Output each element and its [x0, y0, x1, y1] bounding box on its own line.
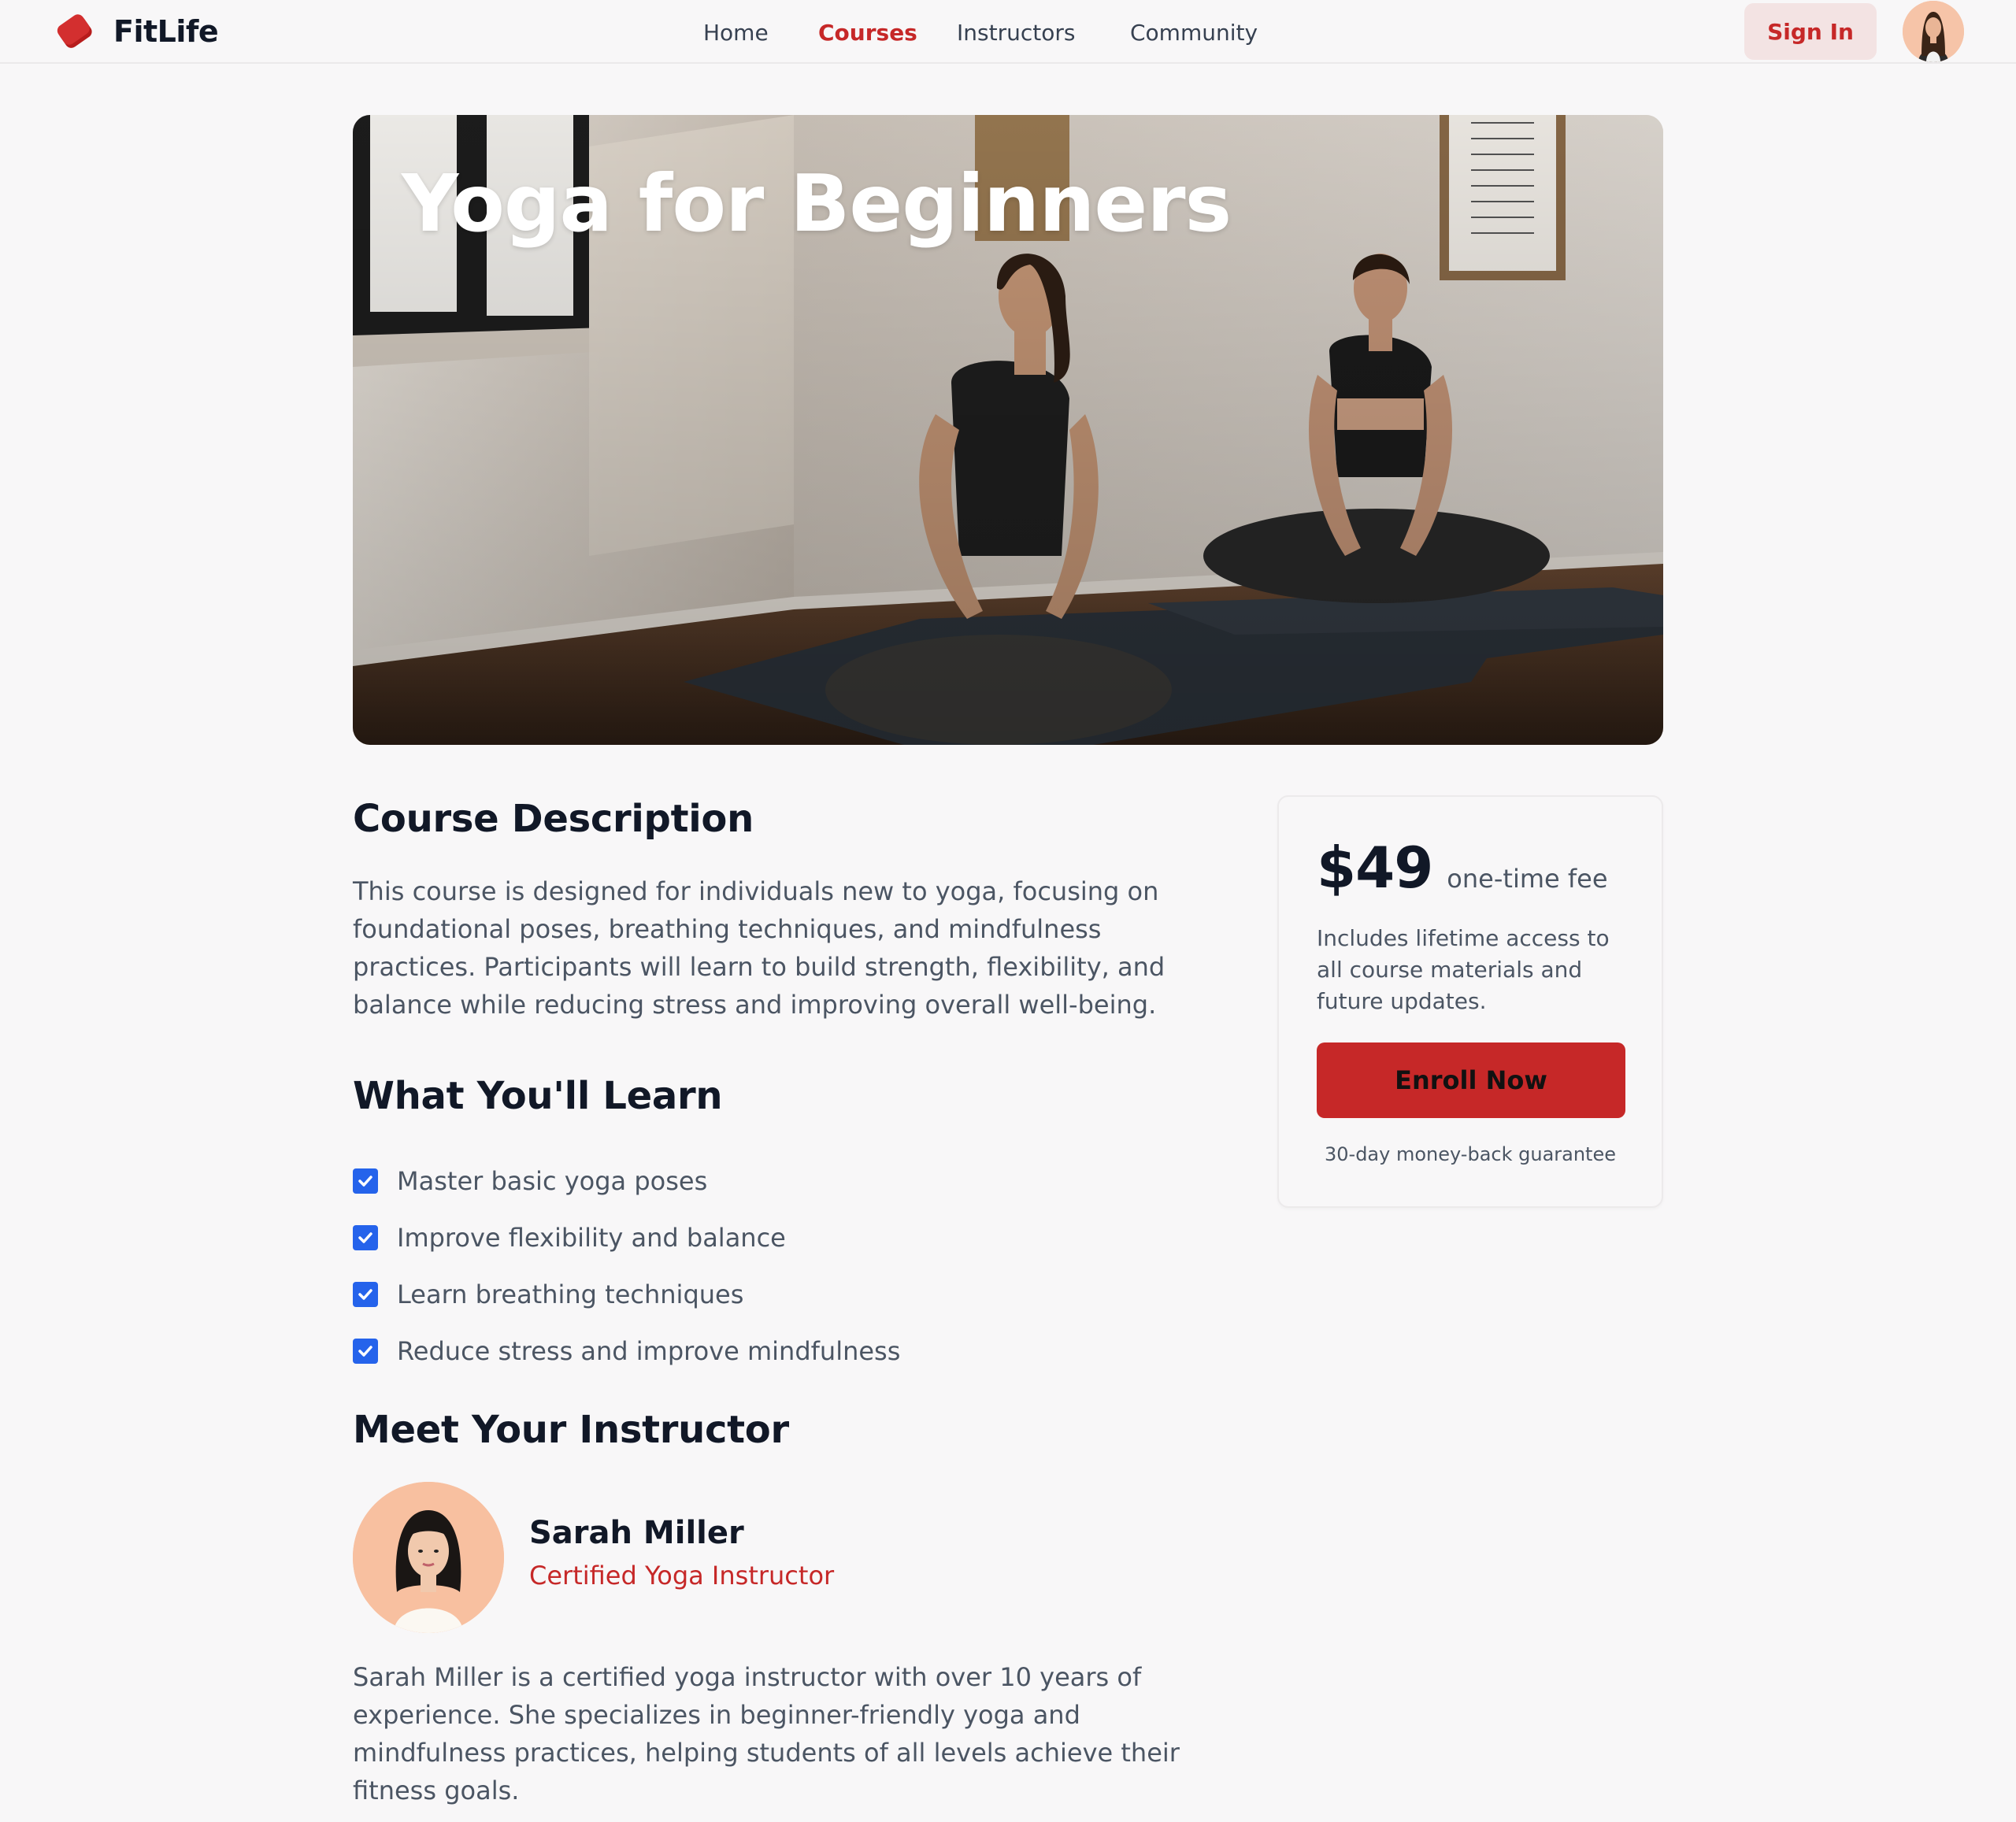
enroll-now-button[interactable]: Enroll Now	[1317, 1042, 1625, 1118]
checkbox-checked-icon	[353, 1339, 378, 1364]
learn-item-label: Master basic yoga poses	[397, 1166, 708, 1196]
instructor-avatar	[353, 1482, 504, 1633]
instructor-role: Certified Yoga Instructor	[529, 1561, 835, 1591]
learn-item-label: Learn breathing techniques	[397, 1279, 744, 1309]
course-hero: Yoga for Beginners	[353, 115, 1663, 745]
checkbox-checked-icon	[353, 1225, 378, 1250]
instructor-name: Sarah Miller	[529, 1515, 744, 1551]
instructor-bio: Sarah Miller is a certified yoga instruc…	[353, 1662, 1180, 1805]
checkbox-checked-icon	[353, 1282, 378, 1307]
learn-list: Master basic yoga poses Improve flexibil…	[353, 1153, 1211, 1379]
price-note: one-time fee	[1447, 864, 1608, 894]
learn-heading: What You'll Learn	[353, 1074, 723, 1118]
description-heading: Course Description	[353, 797, 754, 841]
learn-item-label: Improve flexibility and balance	[397, 1223, 786, 1253]
guarantee-note: 30-day money-back guarantee	[1325, 1143, 1616, 1165]
pricing-includes: Includes lifetime access to all course m…	[1317, 925, 1610, 1014]
learn-item: Reduce stress and improve mindfulness	[353, 1323, 1211, 1379]
course-title: Yoga for Beginners	[402, 157, 1232, 250]
instructor-portrait-icon	[353, 1482, 504, 1633]
learn-item: Master basic yoga poses	[353, 1153, 1211, 1209]
pricing-card: $49 one-time fee Includes lifetime acces…	[1277, 795, 1663, 1208]
price-amount: $49	[1317, 835, 1433, 901]
learn-item: Improve flexibility and balance	[353, 1209, 1211, 1266]
nav-courses[interactable]: Courses	[818, 17, 917, 49]
learn-item-label: Reduce stress and improve mindfulness	[397, 1336, 901, 1366]
checkbox-checked-icon	[353, 1168, 378, 1194]
description-text: This course is designed for individuals …	[353, 876, 1166, 1020]
user-avatar[interactable]	[1903, 1, 1964, 62]
top-nav-bar: FitLife Home Courses Instructors Communi…	[0, 0, 2016, 64]
nav-home[interactable]: Home	[703, 17, 769, 49]
sign-in-button[interactable]: Sign In	[1744, 3, 1877, 60]
price-row: $49 one-time fee	[1317, 835, 1608, 901]
main-nav: Home Courses Instructors Community	[0, 17, 2016, 49]
learn-item: Learn breathing techniques	[353, 1266, 1211, 1323]
nav-instructors[interactable]: Instructors	[957, 17, 1075, 49]
instructor-heading: Meet Your Instructor	[353, 1408, 789, 1452]
nav-community[interactable]: Community	[1130, 17, 1258, 49]
user-avatar-icon	[1903, 1, 1964, 62]
